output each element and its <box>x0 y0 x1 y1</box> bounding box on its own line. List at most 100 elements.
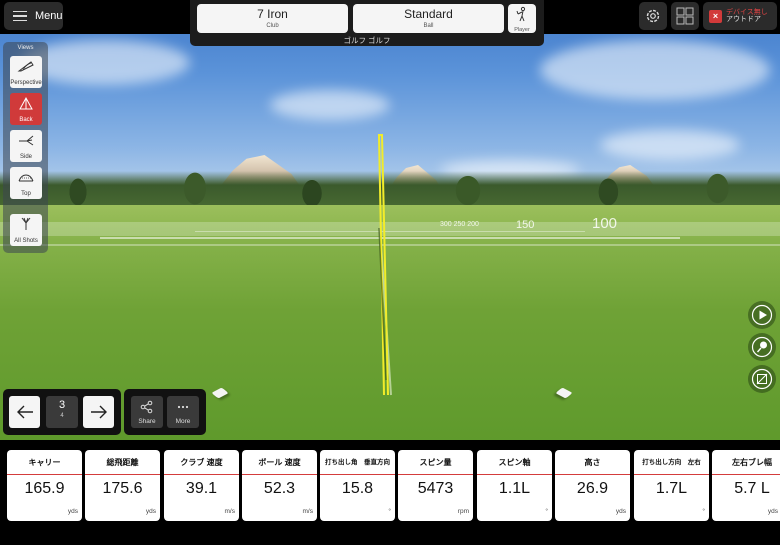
stat-value: 175.6 <box>102 480 143 497</box>
device-status-button[interactable]: × デバイス無し アウトドア <box>703 2 777 30</box>
back-view-icon <box>19 96 33 110</box>
view-back-label: Back <box>19 117 33 123</box>
arrow-right-icon <box>90 405 107 419</box>
player-button[interactable]: Player <box>508 4 536 33</box>
club-selector[interactable]: 7 Iron Club <box>197 4 348 33</box>
view-top-label: Top <box>21 191 31 197</box>
view-side-button[interactable]: Side <box>10 130 42 162</box>
stat-value: 5.7 L <box>734 480 770 497</box>
stat-unit: yds <box>145 508 156 515</box>
stat-unit: m/s <box>224 508 235 515</box>
perspective-icon <box>17 61 34 72</box>
more-label: More <box>175 418 191 425</box>
player-name: ゴルフ ゴルフ <box>343 36 391 45</box>
hamburger-icon <box>13 10 27 22</box>
settings-button[interactable] <box>639 2 667 30</box>
stat-unit: rpm <box>457 508 469 515</box>
stat-unit: ° <box>702 508 705 515</box>
side-view-icon <box>19 135 34 146</box>
player-label: Player <box>514 27 530 33</box>
ball-trajectory <box>377 134 392 396</box>
layout-button[interactable] <box>671 2 699 30</box>
stat-value: 39.1 <box>185 480 218 497</box>
shot-navigation: 3 4 <box>3 389 121 435</box>
club-label: Club <box>266 23 279 29</box>
stat-spin-rate: スピン量 5473 rpm <box>398 450 473 521</box>
stat-ball-speed: ボール 速度 52.3 m/s <box>242 450 317 521</box>
total-shots: 4 <box>60 413 64 419</box>
top-view-icon <box>18 174 34 182</box>
stat-value: 1.7L <box>655 480 688 497</box>
gear-icon <box>646 9 660 23</box>
share-button[interactable]: Share <box>131 396 163 428</box>
shot-actions: Share More <box>124 389 206 435</box>
stat-value: 15.8 <box>341 480 374 497</box>
ball-tracer-button[interactable] <box>748 333 776 361</box>
share-icon <box>140 400 153 414</box>
golfer-icon <box>516 6 526 22</box>
stat-label: スピン軸 <box>477 450 552 475</box>
stat-label: ボール 速度 <box>242 450 317 475</box>
current-shot-number: 3 <box>58 399 66 411</box>
stat-label: 高さ <box>555 450 630 475</box>
stat-value: 1.1L <box>498 480 531 497</box>
share-label: Share <box>138 418 156 425</box>
view-all-shots-button[interactable]: All Shots <box>10 214 42 246</box>
view-back-button[interactable]: Back <box>10 93 42 125</box>
stat-label: 左右ブレ幅 <box>712 450 780 475</box>
views-title: Views <box>17 45 34 51</box>
more-dots-icon <box>177 405 189 409</box>
play-icon <box>751 304 773 326</box>
view-perspective-button[interactable]: Perspective <box>10 56 42 88</box>
stat-value: 52.3 <box>263 480 296 497</box>
ball-value: Standard <box>404 7 453 21</box>
stat-label: 打ち出し方向 左右 <box>634 450 709 475</box>
stat-apex-height: 高さ 26.9 yds <box>555 450 630 521</box>
previous-shot-button[interactable] <box>9 396 40 428</box>
replay-button[interactable] <box>748 301 776 329</box>
arrow-left-icon <box>16 405 33 419</box>
menu-label: Menu <box>35 10 63 22</box>
shot-stats-bar: キャリー 165.9 yds 総飛距離 175.6 yds クラブ 速度 39.… <box>0 440 780 545</box>
device-mode: アウトドア <box>726 16 761 23</box>
shot-counter: 3 4 <box>46 396 78 428</box>
stat-unit: yds <box>767 508 778 515</box>
more-button[interactable]: More <box>167 396 199 428</box>
stat-carry: キャリー 165.9 yds <box>7 450 82 521</box>
stat-unit: m/s <box>302 508 313 515</box>
stat-unit: yds <box>67 508 78 515</box>
stat-label: クラブ 速度 <box>164 450 239 475</box>
view-top-button[interactable]: Top <box>10 167 42 199</box>
next-shot-button[interactable] <box>83 396 114 428</box>
stat-value: 5473 <box>417 480 454 497</box>
no-camera-icon <box>751 368 773 390</box>
golf-range-view[interactable]: 300 250 200 150 100 <box>0 0 780 440</box>
club-value: 7 Iron <box>257 7 288 21</box>
club-ball-panel: 7 Iron Club Standard Ball Player ゴルフ ゴルフ <box>190 0 544 46</box>
stat-value: 165.9 <box>24 480 65 497</box>
stat-value: 26.9 <box>576 480 609 497</box>
view-all-shots-label: All Shots <box>14 238 38 244</box>
views-panel: Views Perspective Back Side Top All Shot… <box>3 42 48 253</box>
device-status: デバイス無し <box>726 8 768 16</box>
camera-toggle-button[interactable] <box>748 365 776 393</box>
ball-label: Ball <box>423 23 434 29</box>
view-perspective-label: Perspective <box>10 80 42 86</box>
stat-unit: ° <box>545 508 548 515</box>
stat-label: 打ち出し角 垂直方向 <box>320 450 395 475</box>
stat-launch-angle-vertical: 打ち出し角 垂直方向 15.8 ° <box>320 450 395 521</box>
stat-spin-axis: スピン軸 1.1L ° <box>477 450 552 521</box>
stat-side-deviation: 左右ブレ幅 5.7 L yds <box>712 450 780 521</box>
stat-label: 総飛距離 <box>85 450 160 475</box>
golf-ball-tee-icon <box>751 336 773 358</box>
ball-selector[interactable]: Standard Ball <box>353 4 504 33</box>
close-icon: × <box>709 9 722 23</box>
stat-total-distance: 総飛距離 175.6 yds <box>85 450 160 521</box>
stat-label: スピン量 <box>398 450 473 475</box>
stat-launch-direction: 打ち出し方向 左右 1.7L ° <box>634 450 709 521</box>
stat-unit: yds <box>615 508 626 515</box>
menu-button[interactable]: Menu <box>4 2 63 30</box>
all-shots-icon <box>21 217 31 230</box>
stat-club-speed: クラブ 速度 39.1 m/s <box>164 450 239 521</box>
grid-layout-icon <box>676 7 694 25</box>
